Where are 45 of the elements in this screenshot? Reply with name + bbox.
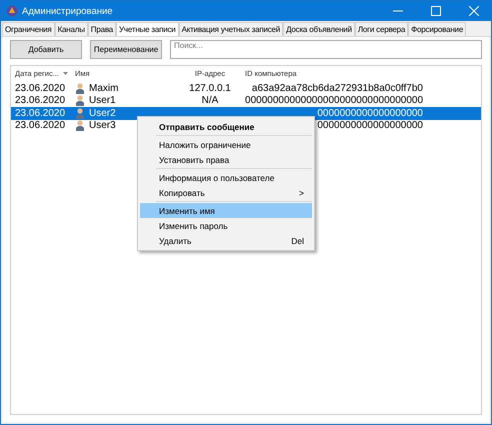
tab[interactable]: Права [88,22,116,36]
tab[interactable]: Каналы [54,22,88,36]
menu-item[interactable]: Информация о пользователе [140,170,312,185]
table-cell-text: 23.06.2020 [15,120,66,132]
tab[interactable]: Активация учетных записей [178,22,284,36]
add-button[interactable]: Добавить [10,40,82,59]
table-cell-text: 23.06.2020 [15,108,66,119]
menu-item[interactable]: Изменить пароль [140,218,312,233]
table-cell: 0000000000000000000 [317,108,423,119]
tab[interactable]: Учетные записи [116,22,179,36]
sort-icon [62,72,68,74]
menu-item[interactable]: Удалить Del [140,233,312,248]
tab[interactable]: Доска объявлений [283,22,355,36]
user-icon [75,120,85,132]
table-cell: User2 [89,108,116,119]
table-cell-text: 23.06.2020 [15,95,66,106]
table-cell-text: 23.06.2020 [15,82,66,94]
maximize-icon[interactable] [431,6,441,16]
table-cell: 0000000000000000000 [317,120,423,132]
menu-item[interactable]: Установить права [140,152,312,167]
user-icon [75,108,85,119]
menu-item[interactable]: Отправить сообщение [140,119,312,134]
submenu-arrow: > [299,188,304,198]
tab[interactable]: Логи сервера [354,22,408,36]
menu-item[interactable]: Наложить ограничение [140,137,312,152]
table-cell: User3 [89,120,116,132]
window-title: Администрирование [22,6,114,16]
search-field[interactable]: Поиск... [170,40,482,59]
tab[interactable]: Форсирование [408,22,466,36]
table-cell: 00000000000000000000000000000000 [245,95,423,106]
shortcut-label: Del [291,236,304,246]
tab[interactable]: Ограничения [2,22,55,36]
menu-item[interactable]: Изменить имя [140,203,312,218]
table-cell: N/A [202,95,218,106]
user-icon [75,95,85,106]
table-cell: Maxim [89,82,118,94]
app-icon [6,5,18,17]
close-icon[interactable] [469,6,479,16]
table-cell: User1 [89,95,116,106]
table-cell: 127.0.0.1 [189,82,231,94]
minimize-icon[interactable] [393,10,403,12]
menu-item[interactable]: Копировать > [140,185,312,200]
rename-button[interactable]: Переименование [90,40,162,59]
user-icon [75,82,85,94]
table-cell: a63a92aa78cb6da272931b8a0c0ff7b0 [252,82,423,94]
